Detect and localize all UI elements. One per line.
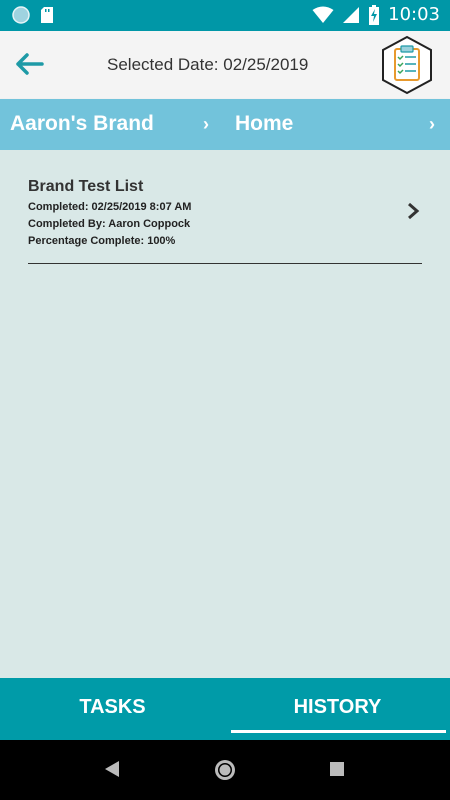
sd-card-icon (41, 7, 53, 23)
breadcrumb: Aaron's Brand › Home › (0, 99, 450, 150)
back-button[interactable] (14, 49, 48, 79)
list-item-title: Brand Test List (28, 178, 144, 195)
wifi-icon (312, 6, 334, 23)
percentage-complete: Percentage Complete: 100% (28, 235, 176, 247)
chevron-right-icon: › (203, 114, 209, 134)
clipboard-checklist-icon (382, 35, 432, 95)
home-circle-icon[interactable] (213, 758, 237, 782)
signal-icon (343, 6, 360, 23)
chevron-right-icon: › (429, 114, 435, 134)
circle-notification-icon (12, 6, 30, 24)
chevron-right-icon (408, 202, 420, 220)
recents-square-icon[interactable] (329, 761, 345, 777)
checklist-button[interactable] (380, 35, 434, 95)
selected-date[interactable]: Selected Date: 02/25/2019 (107, 55, 308, 75)
status-bar: 10:03 (0, 0, 450, 31)
arrow-left-icon (16, 53, 44, 75)
list-item[interactable]: Brand Test List Completed: 02/25/2019 8:… (28, 178, 422, 264)
breadcrumb-brand[interactable]: Aaron's Brand (10, 112, 154, 136)
back-triangle-icon[interactable] (103, 759, 121, 779)
app-header: Selected Date: 02/25/2019 (0, 31, 450, 99)
history-list: Brand Test List Completed: 02/25/2019 8:… (0, 150, 450, 678)
tab-tasks[interactable]: TASKS (0, 678, 225, 740)
breadcrumb-home[interactable]: Home (235, 112, 293, 136)
system-nav-bar (0, 740, 450, 800)
active-tab-indicator (231, 730, 446, 733)
clock: 10:03 (388, 4, 440, 25)
battery-charging-icon (369, 4, 380, 25)
completed-by: Completed By: Aaron Coppock (28, 218, 191, 230)
completed-date: Completed: 02/25/2019 8:07 AM (28, 201, 192, 213)
